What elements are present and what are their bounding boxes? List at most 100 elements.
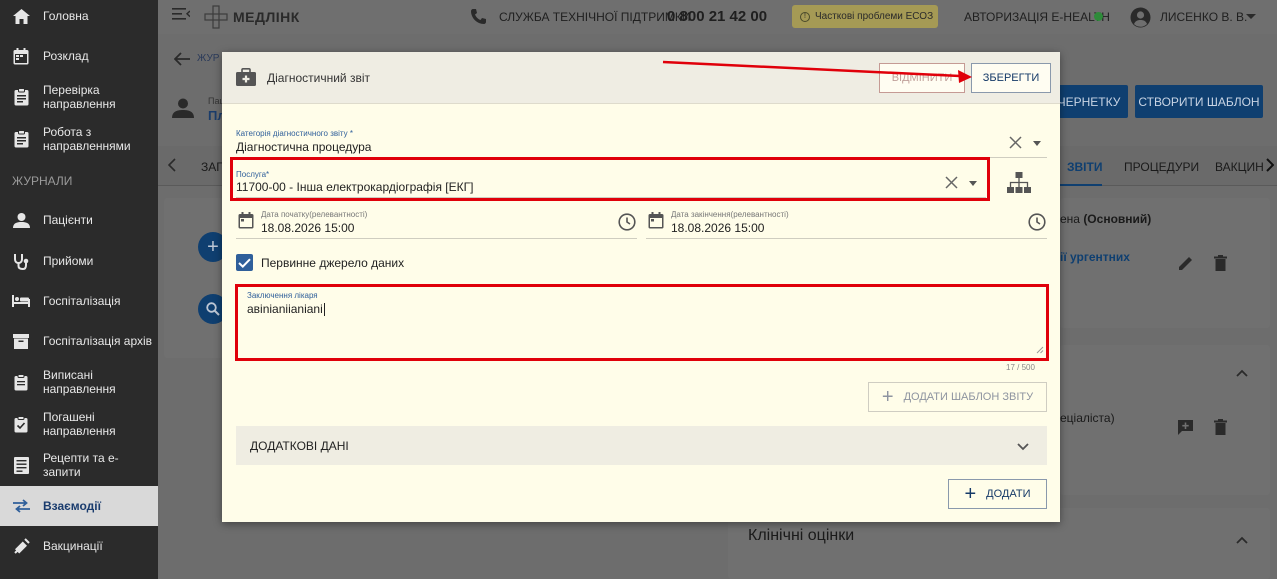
sidebar-item-prescriptions[interactable]: Рецепти та е-запити <box>0 450 158 480</box>
sidebar-item-vaccinations[interactable]: Вакцинації <box>0 534 158 558</box>
delete-icon[interactable] <box>1214 255 1227 274</box>
dialog-header: Діагностичний звіт ВІДМІНИТИ ЗБЕРЕГТИ <box>222 52 1060 104</box>
bed-icon <box>12 292 30 310</box>
sidebar-item-home[interactable]: Головна <box>0 4 158 28</box>
start-date-underline <box>236 238 637 239</box>
swap-icon <box>12 497 30 515</box>
conclusion-highlight-box <box>235 284 1049 361</box>
support-phone: 0 800 21 42 00 <box>667 8 768 25</box>
add-report-template-button[interactable]: + ДОДАТИ ШАБЛОН ЗВІТУ <box>868 382 1047 412</box>
clipboard-icon <box>12 88 30 106</box>
sidebar-item-referral-work[interactable]: Робота з направленнями <box>0 124 158 154</box>
sidebar-item-interactions[interactable]: Взаємодії <box>0 486 158 526</box>
back-arrow-icon[interactable] <box>173 52 190 69</box>
sidebar-item-schedule[interactable]: Розклад <box>0 44 158 68</box>
end-date-label: Дата закінчення(релевантності) <box>671 210 789 219</box>
calendar-icon <box>12 47 30 65</box>
tab-procedures[interactable]: ПРОЦЕДУРИ <box>1124 160 1199 174</box>
clock-icon[interactable] <box>618 213 636 234</box>
ehealth-auth-label: АВТОРИЗАЦІЯ E-HEALTH <box>964 10 1110 24</box>
warning-icon: ! <box>800 11 810 22</box>
calendar-icon[interactable] <box>238 212 254 232</box>
stethoscope-icon <box>12 252 30 270</box>
document-icon <box>12 373 30 391</box>
tab-reports[interactable]: ЗВІТИ <box>1067 160 1102 174</box>
list-icon <box>12 456 30 474</box>
sidebar-item-redeemed-referrals[interactable]: Погашені направлення <box>0 409 158 439</box>
esoz-warning-text: Часткові проблеми ЕСОЗ <box>815 11 934 22</box>
chevron-up-icon[interactable] <box>1236 365 1248 380</box>
calendar-icon[interactable] <box>648 212 664 232</box>
chevron-down-icon[interactable] <box>1033 141 1041 146</box>
medical-kit-icon <box>236 68 256 89</box>
sidebar-item-label: Госпіталізація архів <box>43 334 153 348</box>
primary-source-checkbox[interactable] <box>236 254 253 271</box>
clinical-assessments-title: Клінічні оцінки <box>748 527 855 544</box>
sidebar-item-hospitalization[interactable]: Госпіталізація <box>0 289 158 313</box>
add-button[interactable]: + ДОДАТИ <box>948 479 1047 509</box>
esoz-warning-badge[interactable]: ! Часткові проблеми ЕСОЗ <box>792 5 938 28</box>
breadcrumb[interactable]: ЖУР <box>197 53 219 64</box>
sidebar-item-label: Пацієнти <box>43 213 93 227</box>
add-comment-icon[interactable] <box>1177 419 1194 439</box>
end-date-input[interactable]: 18.08.2026 15:00 <box>671 221 764 235</box>
diagnosis-text-prefix: ена <box>1060 212 1084 226</box>
start-date-input[interactable]: 18.08.2026 15:00 <box>261 221 354 235</box>
end-date-underline <box>646 238 1047 239</box>
sidebar-item-label: Виписані направлення <box>43 368 116 396</box>
ehealth-status-dot <box>1094 12 1103 21</box>
start-date-label: Дата початку(релевантності) <box>261 210 368 219</box>
save-button[interactable]: ЗБЕРЕГТИ <box>971 63 1051 93</box>
patient-icon <box>172 98 194 121</box>
clock-icon[interactable] <box>1028 213 1046 234</box>
sidebar-item-issued-referrals[interactable]: Виписані направлення <box>0 367 158 397</box>
primary-source-label[interactable]: Первинне джерело даних <box>261 256 404 270</box>
sidebar-item-label: Перевірка направлення <box>43 83 116 111</box>
sidebar-item-patients[interactable]: Пацієнти <box>0 208 158 232</box>
clear-icon[interactable] <box>1009 136 1022 152</box>
diagnosis-text-bold: (Основний) <box>1083 212 1152 226</box>
user-name[interactable]: ЛИСЕНКО В. В. <box>1160 10 1247 24</box>
journals-section-label: ЖУРНАЛИ <box>12 174 73 188</box>
sidebar-item-appointments[interactable]: Прийоми <box>0 249 158 273</box>
sidebar-item-label: Рецепти та е-запити <box>43 451 119 479</box>
tab-vaccinations[interactable]: ВАКЦИН <box>1215 160 1264 174</box>
app-logo[interactable]: МЕДЛІНК <box>204 5 300 29</box>
save-draft-button[interactable]: ЧЕРНЕТКУ <box>1050 85 1128 118</box>
home-icon <box>12 7 30 25</box>
create-template-button[interactable]: СТВОРИТИ ШАБЛОН <box>1135 85 1263 118</box>
category-label: Категорія діагностичного звіту * <box>236 129 353 138</box>
chevron-down-icon <box>1017 440 1029 454</box>
tab-general[interactable]: ЗАГ <box>201 160 223 174</box>
tabs-next-icon[interactable] <box>1266 158 1275 175</box>
plus-icon: + <box>964 482 977 505</box>
sidebar: Головна Розклад Перевірка направлення Ро… <box>0 0 158 579</box>
user-menu-caret-icon[interactable] <box>1246 14 1256 19</box>
service-highlight-box <box>230 157 990 201</box>
additional-data-label: ДОДАТКОВІ ДАНІ <box>250 438 349 453</box>
dialog-title: Діагностичний звіт <box>267 71 371 85</box>
urgent-link[interactable]: ії ургентних <box>1060 250 1130 264</box>
sidebar-item-referral-check[interactable]: Перевірка направлення <box>0 82 158 112</box>
sidebar-item-hospitalization-archive[interactable]: Госпіталізація архів <box>0 329 158 353</box>
delete-icon[interactable] <box>1214 419 1227 438</box>
avatar-icon[interactable] <box>1130 7 1151 31</box>
menu-collapse-icon[interactable] <box>172 7 191 24</box>
sidebar-item-label: Робота з направленнями <box>43 125 131 153</box>
edit-icon[interactable] <box>1178 255 1194 274</box>
hierarchy-icon[interactable] <box>1007 172 1031 196</box>
sidebar-item-label: Вакцинації <box>43 539 103 553</box>
additional-data-accordion[interactable]: ДОДАТКОВІ ДАНІ <box>236 426 1047 465</box>
tabs-prev-icon[interactable] <box>167 158 176 175</box>
clipboard-icon <box>12 130 30 148</box>
add-button-label: ДОДАТИ <box>986 488 1031 500</box>
specialist-text: еціаліста) <box>1060 411 1115 425</box>
clipboard-check-icon <box>12 415 30 433</box>
category-select[interactable]: Діагностична процедура <box>236 140 371 154</box>
top-bar: МЕДЛІНК СЛУЖБА ТЕХНІЧНОЇ ПІДТРИМКИ 0 800… <box>158 0 1277 34</box>
character-counter: 17 / 500 <box>1006 363 1035 372</box>
chevron-up-icon[interactable] <box>1236 532 1248 547</box>
person-icon <box>12 211 30 229</box>
cancel-button[interactable]: ВІДМІНИТИ <box>879 63 965 93</box>
plus-icon: + <box>881 385 894 408</box>
